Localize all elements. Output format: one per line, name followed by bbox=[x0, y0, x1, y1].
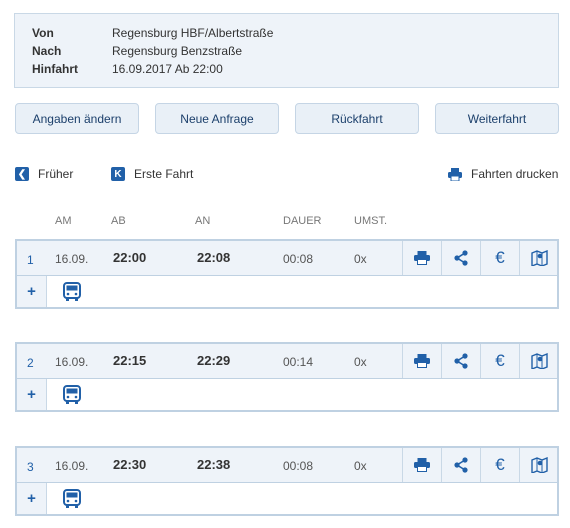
from-value: Regensburg HBF/Albertstraße bbox=[112, 26, 274, 40]
map-trip-button[interactable] bbox=[519, 344, 558, 378]
map-trip-button[interactable] bbox=[519, 241, 558, 275]
share-icon bbox=[454, 457, 468, 473]
outbound-value: 16.09.2017 Ab 22:00 bbox=[112, 62, 223, 76]
print-trip-button[interactable] bbox=[402, 241, 441, 275]
map-trip-button[interactable] bbox=[519, 448, 558, 482]
share-trip-button[interactable] bbox=[441, 448, 480, 482]
trip-duration: 00:08 bbox=[283, 459, 314, 473]
arrival-time: 22:08 bbox=[197, 250, 231, 265]
departure-time: 22:15 bbox=[113, 353, 147, 368]
expand-trip-button[interactable]: + bbox=[17, 276, 47, 307]
print-trip-button[interactable] bbox=[402, 448, 441, 482]
print-trips-label: Fahrten drucken bbox=[471, 167, 559, 181]
first-trip-label: Erste Fahrt bbox=[134, 167, 194, 181]
price-trip-button[interactable]: € bbox=[480, 448, 519, 482]
map-icon bbox=[530, 250, 548, 266]
bus-icon bbox=[63, 282, 81, 301]
trip-number: 2 bbox=[27, 356, 34, 370]
departure-time: 22:30 bbox=[113, 457, 147, 472]
map-icon bbox=[530, 457, 548, 473]
summary-to-row: Nach Regensburg Benzstraße bbox=[32, 44, 242, 58]
divider bbox=[17, 275, 557, 276]
trip-changes: 0x bbox=[354, 355, 367, 369]
arrival-time: 22:38 bbox=[197, 457, 231, 472]
trip-date: 16.09. bbox=[55, 355, 89, 369]
euro-icon: € bbox=[495, 455, 505, 474]
column-header-ab: AB bbox=[111, 215, 126, 227]
new-request-button[interactable]: Neue Anfrage bbox=[155, 103, 279, 134]
earlier-label: Früher bbox=[38, 167, 74, 181]
trip-date: 16.09. bbox=[55, 252, 89, 266]
from-label: Von bbox=[32, 26, 54, 40]
trip-actions: € bbox=[402, 448, 558, 482]
price-trip-button[interactable]: € bbox=[480, 344, 519, 378]
departure-time: 22:00 bbox=[113, 250, 147, 265]
euro-icon: € bbox=[495, 248, 505, 267]
trip-changes: 0x bbox=[354, 252, 367, 266]
trip-changes: 0x bbox=[354, 459, 367, 473]
printer-icon bbox=[414, 354, 430, 368]
column-header-dauer: DAUER bbox=[283, 215, 322, 227]
printer-icon bbox=[414, 458, 430, 472]
trip-number: 1 bbox=[27, 253, 34, 267]
trip-actions: € bbox=[402, 344, 558, 378]
share-icon bbox=[454, 353, 468, 369]
onward-trip-button[interactable]: Weiterfahrt bbox=[435, 103, 559, 134]
trip-row[interactable]: 1 16.09. 22:00 22:08 00:08 0x € + bbox=[15, 239, 559, 309]
share-trip-button[interactable] bbox=[441, 344, 480, 378]
bus-icon bbox=[63, 489, 81, 508]
return-trip-button[interactable]: Rückfahrt bbox=[295, 103, 419, 134]
trip-date: 16.09. bbox=[55, 459, 89, 473]
expand-trip-button[interactable]: + bbox=[17, 379, 47, 410]
skip-first-icon: K bbox=[111, 167, 125, 181]
share-trip-button[interactable] bbox=[441, 241, 480, 275]
outbound-label: Hinfahrt bbox=[32, 62, 78, 76]
plus-icon: + bbox=[27, 490, 36, 507]
price-trip-button[interactable]: € bbox=[480, 241, 519, 275]
trip-duration: 00:14 bbox=[283, 355, 314, 369]
to-label: Nach bbox=[32, 44, 62, 58]
print-trip-button[interactable] bbox=[402, 344, 441, 378]
chevron-left-icon: ❮ bbox=[15, 167, 29, 181]
arrival-time: 22:29 bbox=[197, 353, 231, 368]
divider bbox=[17, 482, 557, 483]
trip-number: 3 bbox=[27, 460, 34, 474]
expand-trip-button[interactable]: + bbox=[17, 483, 47, 514]
first-trip-link[interactable]: K Erste Fahrt bbox=[111, 167, 193, 181]
printer-icon bbox=[414, 251, 430, 265]
column-header-an: AN bbox=[195, 215, 211, 227]
plus-icon: + bbox=[27, 386, 36, 403]
printer-icon bbox=[448, 167, 462, 181]
print-trips-link[interactable]: Fahrten drucken bbox=[448, 167, 558, 181]
column-header-am: AM bbox=[55, 215, 72, 227]
trip-row[interactable]: 2 16.09. 22:15 22:29 00:14 0x € + bbox=[15, 342, 559, 412]
column-header-umst: UMST. bbox=[354, 215, 387, 227]
summary-outbound-row: Hinfahrt 16.09.2017 Ab 22:00 bbox=[32, 62, 223, 76]
bus-icon bbox=[63, 385, 81, 404]
trip-duration: 00:08 bbox=[283, 252, 314, 266]
plus-icon: + bbox=[27, 283, 36, 300]
to-value: Regensburg Benzstraße bbox=[112, 44, 243, 58]
euro-icon: € bbox=[495, 351, 505, 370]
share-icon bbox=[454, 250, 468, 266]
earlier-link[interactable]: ❮ Früher bbox=[15, 167, 73, 181]
edit-request-button[interactable]: Angaben ändern bbox=[15, 103, 139, 134]
trip-actions: € bbox=[402, 241, 558, 275]
trip-row[interactable]: 3 16.09. 22:30 22:38 00:08 0x € + bbox=[15, 446, 559, 516]
divider bbox=[17, 378, 557, 379]
map-icon bbox=[530, 353, 548, 369]
summary-from-row: Von Regensburg HBF/Albertstraße bbox=[32, 26, 273, 40]
trip-summary-panel: Von Regensburg HBF/Albertstraße Nach Reg… bbox=[14, 13, 559, 88]
